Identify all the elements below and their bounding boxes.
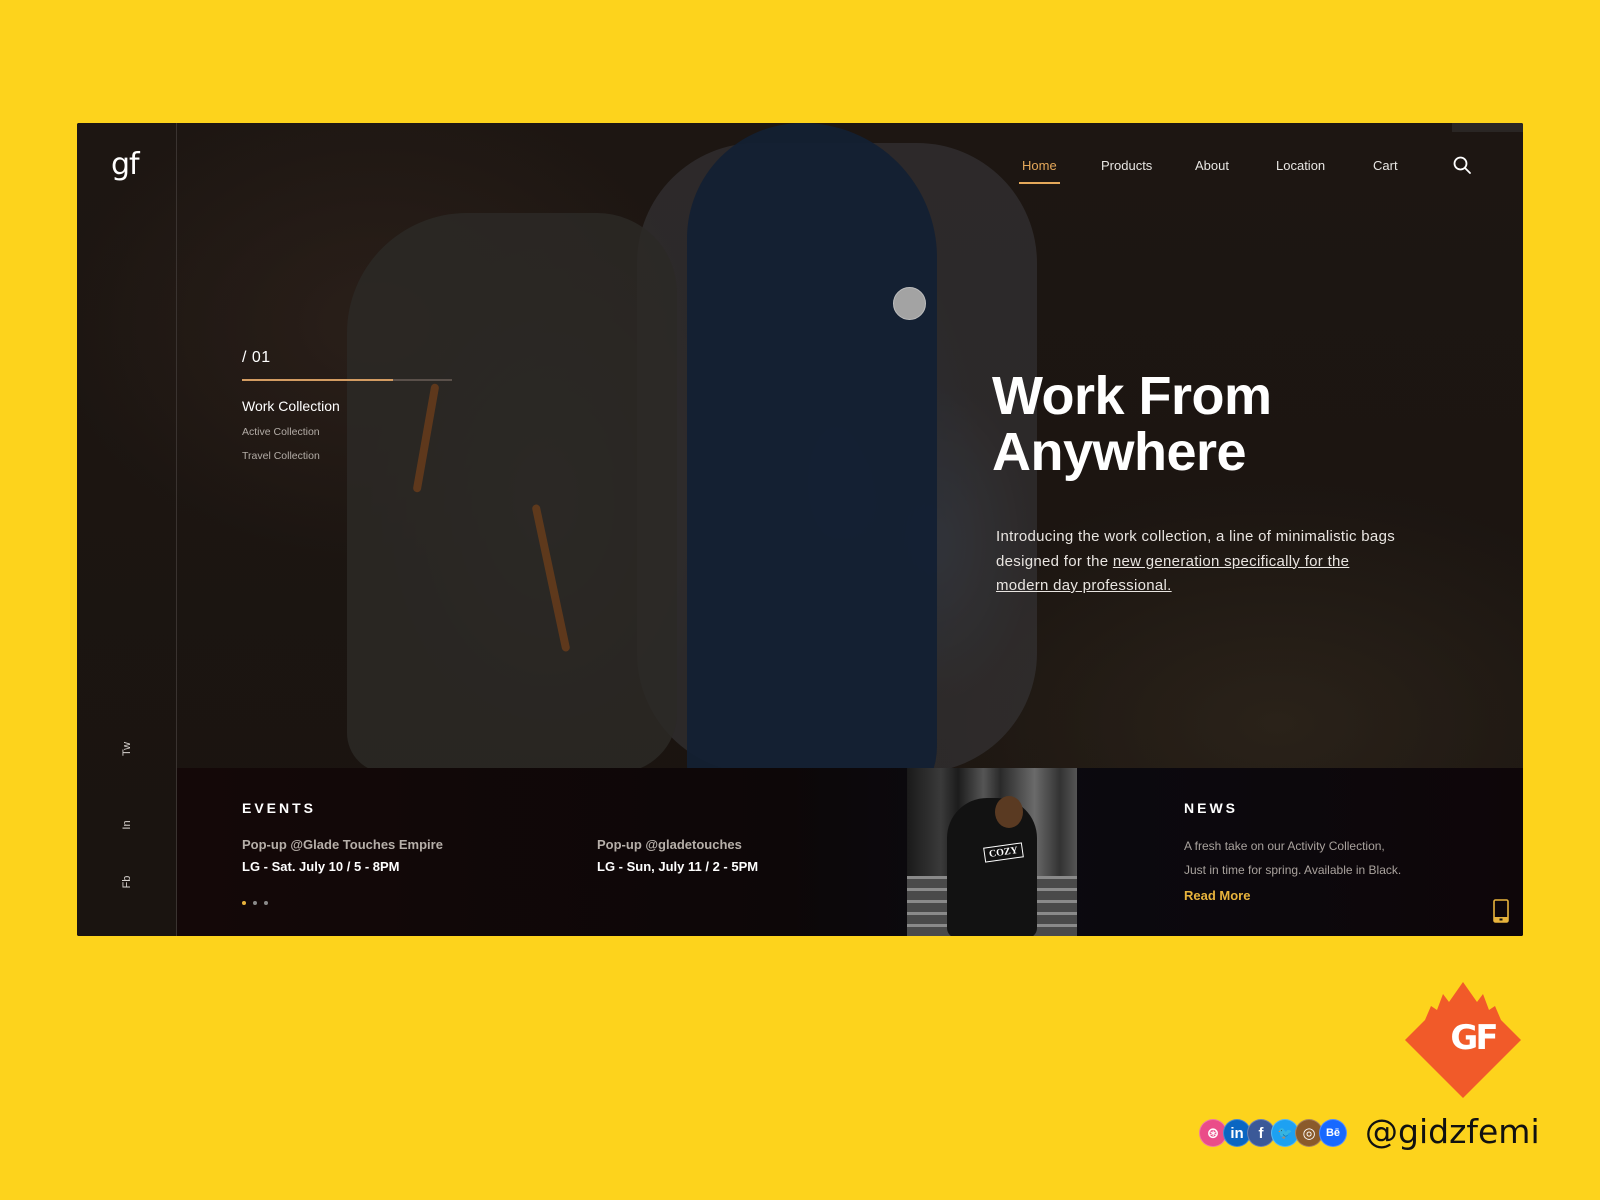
hero-photo-arm bbox=[687, 123, 937, 823]
event-name: Pop-up @Glade Touches Empire bbox=[242, 837, 443, 852]
bottom-strip: EVENTS Pop-up @Glade Touches Empire LG -… bbox=[177, 768, 1523, 936]
collection-progress-fill bbox=[242, 379, 394, 381]
read-more-link[interactable]: Read More bbox=[1184, 888, 1250, 903]
social-link-twitter[interactable]: Tw bbox=[121, 729, 133, 769]
social-link-facebook[interactable]: Fb bbox=[121, 862, 133, 902]
website-panel: gf Tw In Fb Home Products About Location… bbox=[77, 123, 1523, 936]
collection-progress bbox=[242, 379, 452, 381]
news-heading: NEWS bbox=[1184, 800, 1238, 816]
behance-icon[interactable]: Bē bbox=[1319, 1119, 1347, 1147]
event-item[interactable]: Pop-up @Glade Touches Empire LG - Sat. J… bbox=[242, 837, 443, 874]
hero-title-line2: Anywhere bbox=[992, 422, 1247, 482]
main-nav: Home Products About Location Cart bbox=[77, 158, 1523, 188]
nav-home-label: Home bbox=[1022, 158, 1057, 173]
nav-location[interactable]: Location bbox=[1276, 158, 1325, 173]
hotspot-marker[interactable] bbox=[893, 287, 926, 320]
events-pager bbox=[242, 901, 268, 905]
hero-title: Work From Anywhere bbox=[992, 368, 1272, 480]
nav-cart[interactable]: Cart bbox=[1373, 158, 1398, 173]
search-icon[interactable] bbox=[1452, 155, 1472, 175]
event-item[interactable]: Pop-up @gladetouches LG - Sun, July 11 /… bbox=[597, 837, 758, 874]
tablet-icon[interactable] bbox=[1493, 899, 1509, 923]
collection-index: / 01 bbox=[242, 349, 271, 366]
news-image-person bbox=[947, 798, 1037, 936]
branding-social-icons: ⊛ in f 🐦 ◎ Bē bbox=[1199, 1119, 1347, 1147]
pager-dot-1[interactable] bbox=[242, 901, 246, 905]
hero-photo-backpack bbox=[347, 213, 677, 773]
corner-tab bbox=[1452, 123, 1523, 132]
event-date: LG - Sat. July 10 / 5 - 8PM bbox=[242, 859, 400, 874]
brand-logo-text: GF bbox=[1450, 1018, 1498, 1058]
news-text: A fresh take on our Activity Collection,… bbox=[1184, 834, 1444, 882]
nav-products[interactable]: Products bbox=[1101, 158, 1152, 173]
collection-item-active[interactable]: Active Collection bbox=[242, 426, 452, 438]
event-name: Pop-up @gladetouches bbox=[597, 837, 742, 852]
event-date: LG - Sun, July 11 / 2 - 5PM bbox=[597, 859, 759, 874]
pager-dot-2[interactable] bbox=[253, 901, 257, 905]
hero-title-line1: Work From bbox=[992, 366, 1272, 426]
news-text-line1: A fresh take on our Activity Collection, bbox=[1184, 839, 1385, 853]
news-text-line2: Just in time for spring. Available in Bl… bbox=[1184, 863, 1402, 877]
events-heading: EVENTS bbox=[242, 800, 317, 816]
collection-menu: / 01 Work Collection Active Collection T… bbox=[242, 349, 452, 462]
news-image-head bbox=[995, 796, 1023, 828]
nav-about[interactable]: About bbox=[1195, 158, 1229, 173]
nav-home[interactable]: Home bbox=[1019, 158, 1060, 184]
news-image[interactable]: COZY bbox=[907, 768, 1077, 936]
social-link-linkedin[interactable]: In bbox=[121, 805, 133, 845]
collection-item-travel[interactable]: Travel Collection bbox=[242, 450, 452, 462]
nav-active-underline bbox=[1019, 182, 1060, 184]
hero-description: Introducing the work collection, a line … bbox=[996, 525, 1396, 599]
pager-dot-3[interactable] bbox=[264, 901, 268, 905]
collection-item-work[interactable]: Work Collection bbox=[242, 398, 452, 414]
author-handle: @gidzfemi bbox=[1365, 1112, 1540, 1151]
